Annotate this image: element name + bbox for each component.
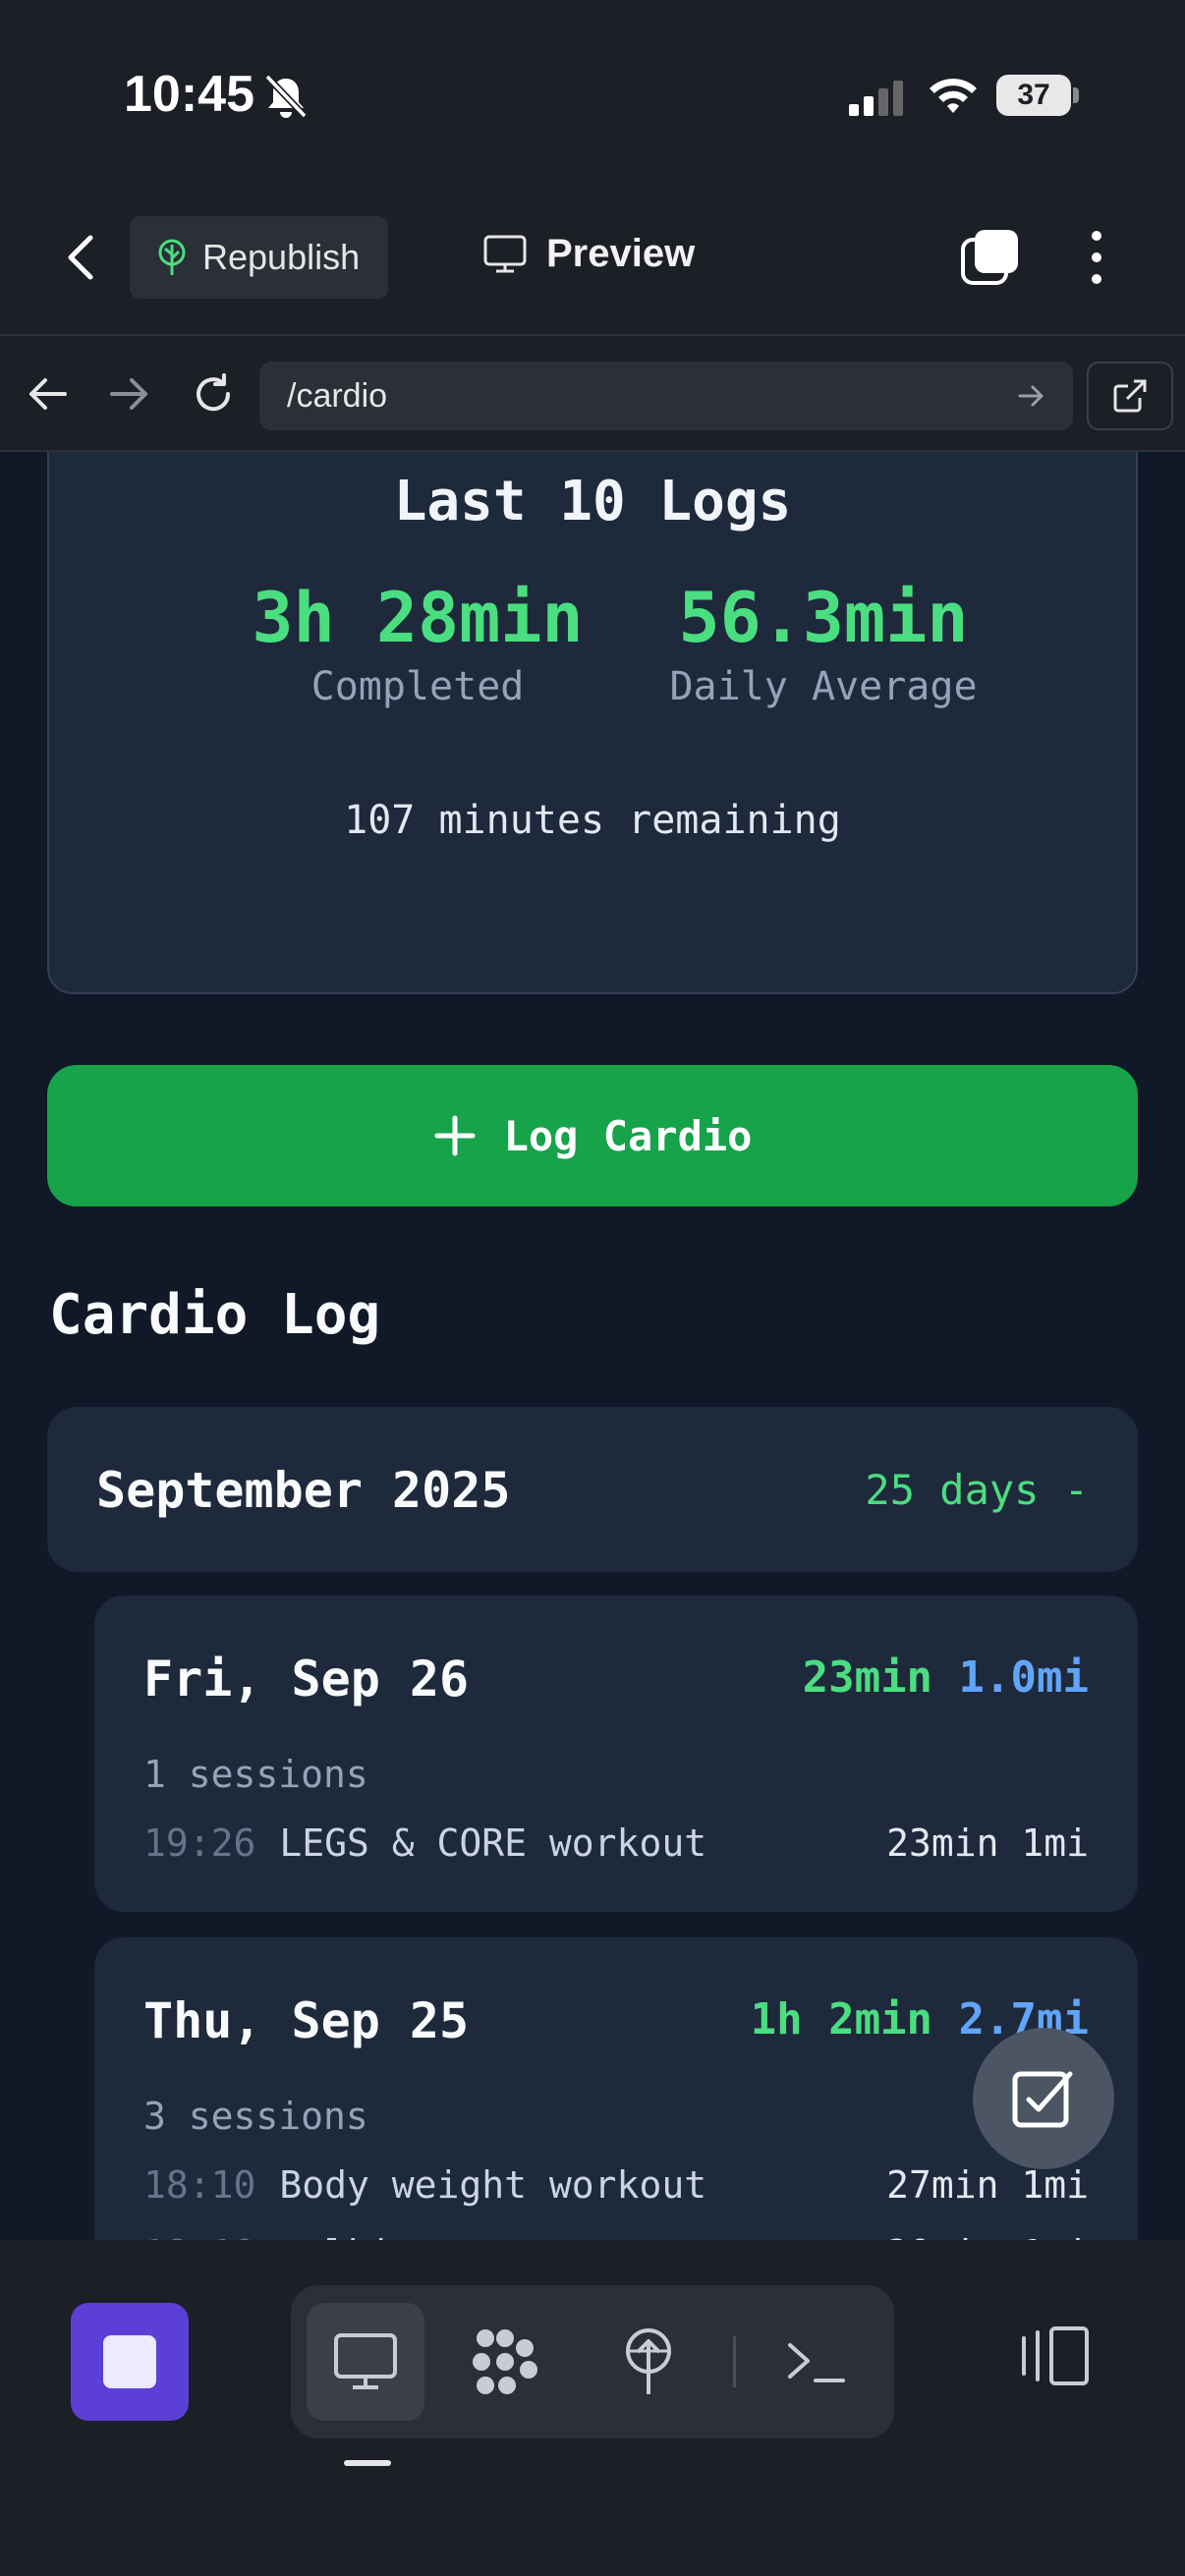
month-header[interactable]: September 2025 25 days -: [47, 1407, 1138, 1572]
battery-level: 37: [996, 75, 1071, 116]
day-card[interactable]: Fri, Sep 26 23min 1.0mi 1 sessions 19:26…: [94, 1596, 1138, 1912]
go-arrow-icon[interactable]: [1016, 381, 1045, 411]
preview-button[interactable]: Preview: [483, 232, 695, 276]
day-miles: 1.0mi: [958, 1652, 1089, 1703]
open-external-icon: [1113, 379, 1147, 413]
signal-icon: [849, 81, 903, 116]
stop-button[interactable]: [71, 2303, 189, 2421]
tool-grid[interactable]: [446, 2303, 564, 2421]
republish-label: Republish: [202, 237, 361, 277]
arrow-left-icon[interactable]: [24, 369, 73, 419]
terminal-icon: [788, 2343, 845, 2382]
completed-label: Completed: [310, 664, 525, 709]
entry-detail: 20min 1mi: [886, 2232, 1089, 2240]
check-fab-button[interactable]: [973, 2028, 1114, 2169]
completed-stat: 3h 28min Completed: [177, 578, 658, 709]
average-label: Daily Average: [669, 664, 978, 709]
plus-icon: [434, 1115, 476, 1156]
bell-slash-icon: [264, 74, 308, 119]
url-text: /cardio: [287, 376, 388, 415]
entry-time: 18:10: [143, 2163, 256, 2207]
battery-icon: 37: [996, 75, 1079, 116]
republish-button[interactable]: Republish: [130, 216, 388, 299]
session-count: 1 sessions: [143, 1753, 368, 1796]
deploy-icon: [626, 2328, 671, 2394]
wifi-icon: [930, 79, 977, 113]
entry-time: 19:26: [143, 1821, 256, 1865]
preview-label: Preview: [546, 232, 696, 275]
status-bar: 10:45 37: [0, 0, 1185, 196]
day-minutes: 1h 2min: [750, 1994, 933, 2044]
entry-detail: 23min 1mi: [886, 1821, 1089, 1865]
day-name: Thu, Sep 25: [143, 1992, 470, 2049]
summary-card: Last 10 Logs 3h 28min Completed 56.3min …: [47, 452, 1138, 994]
log-cardio-label: Log Cardio: [503, 1111, 753, 1160]
chevron-left-icon[interactable]: [57, 230, 108, 285]
tool-preview[interactable]: [307, 2303, 424, 2421]
more-vertical-icon[interactable]: [1081, 226, 1112, 289]
page-content: Last 10 Logs 3h 28min Completed 56.3min …: [0, 452, 1185, 2240]
url-input[interactable]: /cardio: [259, 362, 1073, 430]
list-item: 19:26 LEGS & CORE workout 23min 1mi: [143, 1821, 1089, 1865]
entry-time: 18:10: [143, 2232, 255, 2240]
arrow-right-icon[interactable]: [104, 369, 153, 419]
home-indicator: [344, 2460, 391, 2466]
tool-divider: [733, 2336, 736, 2387]
stop-icon: [103, 2335, 156, 2388]
monitor-icon: [483, 235, 527, 272]
summary-title: Last 10 Logs: [393, 470, 792, 533]
day-minutes: 23min: [802, 1652, 933, 1703]
entry-name: LEGS & CORE workout: [279, 1821, 707, 1865]
browser-bar: /cardio: [0, 334, 1185, 452]
panel-icon[interactable]: [1018, 2324, 1093, 2387]
bottom-bar: [0, 2240, 1185, 2576]
entry-detail: 27min 1mi: [886, 2163, 1089, 2207]
open-external-button[interactable]: [1087, 362, 1173, 430]
remaining-text: 107 minutes remaining: [344, 798, 841, 843]
tree-icon: [158, 239, 186, 275]
check-square-icon: [1012, 2071, 1073, 2128]
tool-terminal[interactable]: [757, 2303, 875, 2421]
entry-name: Body weight workout: [279, 2163, 707, 2207]
app-toolbar: Republish Preview: [0, 196, 1185, 334]
day-name: Fri, Sep 26: [143, 1651, 470, 1708]
reload-icon[interactable]: [189, 369, 238, 419]
completed-value: 3h 28min: [252, 578, 584, 658]
section-title: Cardio Log: [49, 1283, 381, 1347]
tool-deploy[interactable]: [590, 2303, 707, 2421]
list-item: 18:10 Body weight workout 27min 1mi: [143, 2163, 1089, 2207]
tool-group: [291, 2285, 894, 2438]
average-value: 56.3min: [678, 578, 969, 658]
grid-icon: [473, 2329, 537, 2394]
log-cardio-button[interactable]: Log Cardio: [47, 1065, 1138, 1206]
tabs-icon[interactable]: [959, 226, 1022, 289]
list-item: 18:10 walking 20min 1mi: [143, 2232, 1089, 2240]
average-stat: 56.3min Daily Average: [615, 578, 1032, 709]
entry-name: walking: [279, 2232, 436, 2240]
month-name: September 2025: [96, 1462, 511, 1519]
month-days: 25 days -: [865, 1466, 1089, 1514]
monitor-icon: [334, 2333, 397, 2389]
status-time: 10:45: [124, 66, 254, 123]
day-totals: 23min 1.0mi: [803, 1652, 1089, 1703]
session-count: 3 sessions: [143, 2095, 368, 2138]
